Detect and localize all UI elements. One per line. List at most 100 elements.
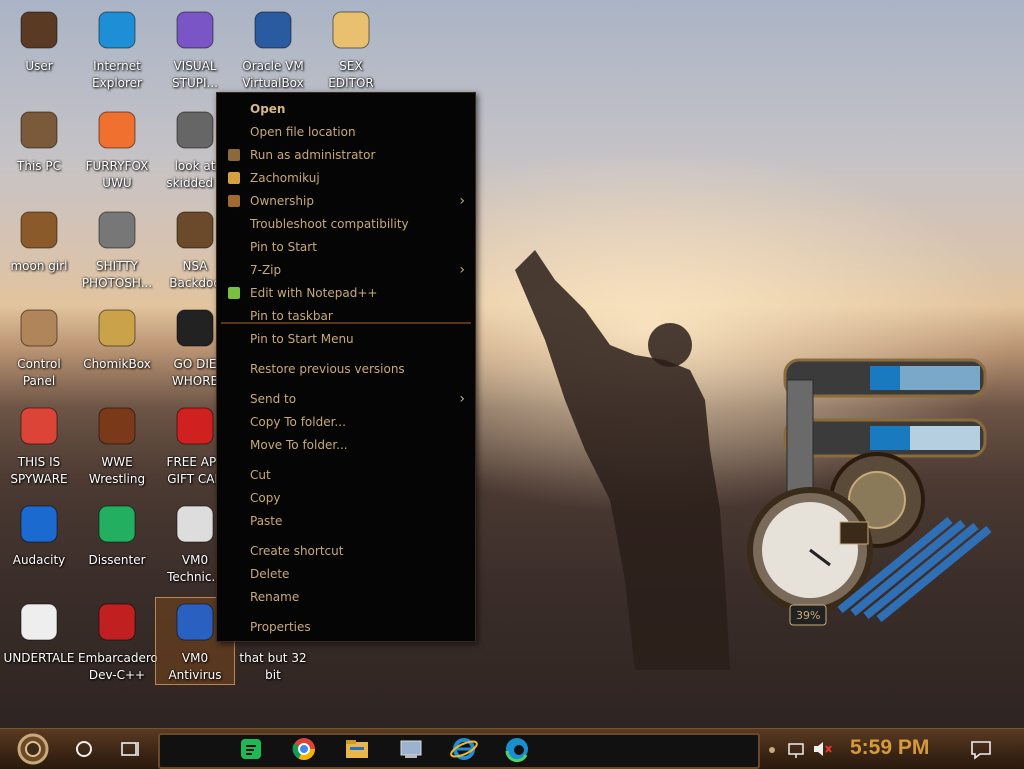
look-at-skidded-icon [176, 111, 214, 149]
menu-item-ownership[interactable]: Ownership › [217, 190, 475, 212]
desktop-icon-label-line2: Wrestling [88, 472, 146, 486]
menu-item-label: Delete [250, 567, 290, 581]
menu-item-pin-to-start[interactable]: Pin to Start [217, 236, 475, 258]
desktop-icon-label: SEX [339, 59, 363, 73]
menu-item-move-to-folder[interactable]: Move To folder... [217, 434, 475, 456]
vm0-antivirus-icon [176, 603, 214, 641]
menu-item-copy[interactable]: Copy [217, 487, 475, 509]
menu-item-7-zip[interactable]: 7-Zip › [217, 259, 475, 281]
menu-item-pin-to-start-menu[interactable]: Pin to Start Menu [217, 328, 475, 350]
desktop-icon-label: User [25, 59, 53, 73]
taskbar: 5:59 PM [0, 728, 1024, 769]
menu-item-label: Move To folder... [250, 438, 348, 452]
desktop-icon-control-panel[interactable]: Control Panel [0, 304, 78, 390]
menu-item-edit-with-notepad-plus-plus[interactable]: Edit with Notepad++ [217, 282, 475, 304]
desktop-icon-label: FURRYFOX [85, 159, 149, 173]
desktop-icon-dissenter[interactable]: Dissenter [78, 500, 156, 569]
desktop-icon-user[interactable]: User [0, 6, 78, 75]
task-view-icon [121, 742, 139, 756]
desktop-icon-audacity[interactable]: Audacity [0, 500, 78, 569]
notification-center-icon[interactable] [968, 733, 994, 765]
chevron-right-icon: › [459, 391, 465, 407]
menu-item-label: Run as administrator [250, 148, 376, 162]
menu-item-label: Troubleshoot compatibility [250, 217, 409, 231]
furryfox-icon [98, 111, 136, 149]
desktop-icon-label: This PC [17, 159, 61, 173]
shitty-photoshop-icon [98, 211, 136, 249]
menu-item-rename[interactable]: Rename [217, 586, 475, 608]
desktop-icon-label-line2: EDITOR [328, 76, 374, 90]
desktop-icon-this-pc[interactable]: This PC [0, 106, 78, 175]
desktop-icon-shitty-photoshop[interactable]: SHITTY PHOTOSH... [78, 206, 156, 292]
desktop-icon-label: THIS IS [17, 455, 61, 469]
control-panel-icon[interactable] [396, 733, 426, 765]
internet-explorer-icon [98, 11, 136, 49]
menu-item-send-to[interactable]: Send to › [217, 388, 475, 410]
desktop-icon-sex-editor[interactable]: SEX EDITOR [312, 6, 390, 92]
menu-item-label: Pin to Start [250, 240, 317, 254]
menu-separator [221, 322, 471, 324]
sex-editor-icon [332, 11, 370, 49]
start-button[interactable] [8, 733, 58, 765]
network-icon[interactable] [786, 733, 808, 765]
audacity-icon [20, 505, 58, 543]
menu-item-open-file-location[interactable]: Open file location [217, 121, 475, 143]
desktop-icon-label: Oracle VM [242, 59, 304, 73]
edge-icon[interactable] [502, 733, 532, 765]
taskbar-clock[interactable]: 5:59 PM [850, 736, 929, 760]
menu-item-copy-to-folder[interactable]: Copy To folder... [217, 411, 475, 433]
desktop-icon-furryfox[interactable]: FURRYFOX UWU [78, 106, 156, 192]
free-app-gift-card-icon [176, 407, 214, 445]
desktop-icon-virtualbox[interactable]: Oracle VM VirtualBox [234, 6, 312, 92]
desktop-icon-label: that but 32 [239, 651, 307, 665]
cortana-circle-icon [76, 741, 92, 757]
menu-item-label: Restore previous versions [250, 362, 405, 376]
dissenter-icon [98, 505, 136, 543]
menu-item-troubleshoot-compatibility[interactable]: Troubleshoot compatibility [217, 213, 475, 235]
desktop-icon-label-line2: Antivirus [168, 668, 222, 682]
desktop-icon-label: UNDERTALE [3, 651, 75, 665]
menu-item-paste[interactable]: Paste [217, 510, 475, 532]
menu-item-properties[interactable]: Properties [217, 616, 475, 638]
menu-item-label: Paste [250, 514, 283, 528]
volume-muted-icon[interactable] [810, 733, 834, 765]
desktop-icon-wwe-wrestling[interactable]: WWE Wrestling [78, 402, 156, 488]
tray-overflow-icon[interactable] [764, 733, 780, 765]
desktop-icon-label: moon girl [10, 259, 68, 273]
menu-item-label: Zachomikuj [250, 171, 320, 185]
desktop-icon-label-line2: STUPI... [172, 76, 218, 90]
cortana-button[interactable] [70, 733, 98, 765]
desktop-icon-visual-studio[interactable]: VISUAL STUPI... [156, 6, 234, 92]
virtualbox-icon [254, 11, 292, 49]
menu-item-label: Rename [250, 590, 300, 604]
menu-item-run-as-administrator[interactable]: Run as administrator [217, 144, 475, 166]
desktop-icon-embarcadero-devcpp[interactable]: Embarcadero Dev-C++ [78, 598, 158, 684]
desktop-icon-undertale[interactable]: UNDERTALE [0, 598, 78, 667]
vm0-technic-icon [176, 505, 214, 543]
menu-item-create-shortcut[interactable]: Create shortcut [217, 540, 475, 562]
menu-item-label: Send to [250, 392, 297, 406]
menu-item-cut[interactable]: Cut [217, 464, 475, 486]
menu-item-label: Edit with Notepad++ [250, 286, 378, 300]
desktop-icon-label-line2: SPYWARE [10, 472, 68, 486]
internet-explorer-icon[interactable] [449, 733, 479, 765]
menu-item-open[interactable]: Open [217, 98, 475, 120]
desktop-icon-this-is-spyware[interactable]: THIS IS SPYWARE [0, 402, 78, 488]
file-explorer-icon[interactable] [342, 733, 372, 765]
desktop-icon-label-line2: bit [265, 668, 281, 682]
desktop-icon-chomikbox[interactable]: ChomikBox [78, 304, 156, 373]
task-view-button[interactable] [115, 733, 145, 765]
control-panel-icon [20, 309, 58, 347]
desktop-icon-label-line2: Explorer [92, 76, 142, 90]
desktop-icon-internet-explorer[interactable]: Internet Explorer [78, 6, 156, 92]
spotify-icon[interactable] [236, 733, 266, 765]
menu-item-restore-previous-versions[interactable]: Restore previous versions [217, 358, 475, 380]
menu-item-zachomikuj[interactable]: Zachomikuj [217, 167, 475, 189]
menu-item-label: 7-Zip [250, 263, 282, 277]
menu-item-label: Cut [250, 468, 271, 482]
menu-item-delete[interactable]: Delete [217, 563, 475, 585]
chrome-icon[interactable] [289, 733, 319, 765]
chevron-right-icon: › [459, 193, 465, 209]
desktop-icon-label: ChomikBox [83, 357, 151, 371]
desktop-icon-moon-girl[interactable]: moon girl [0, 206, 78, 275]
